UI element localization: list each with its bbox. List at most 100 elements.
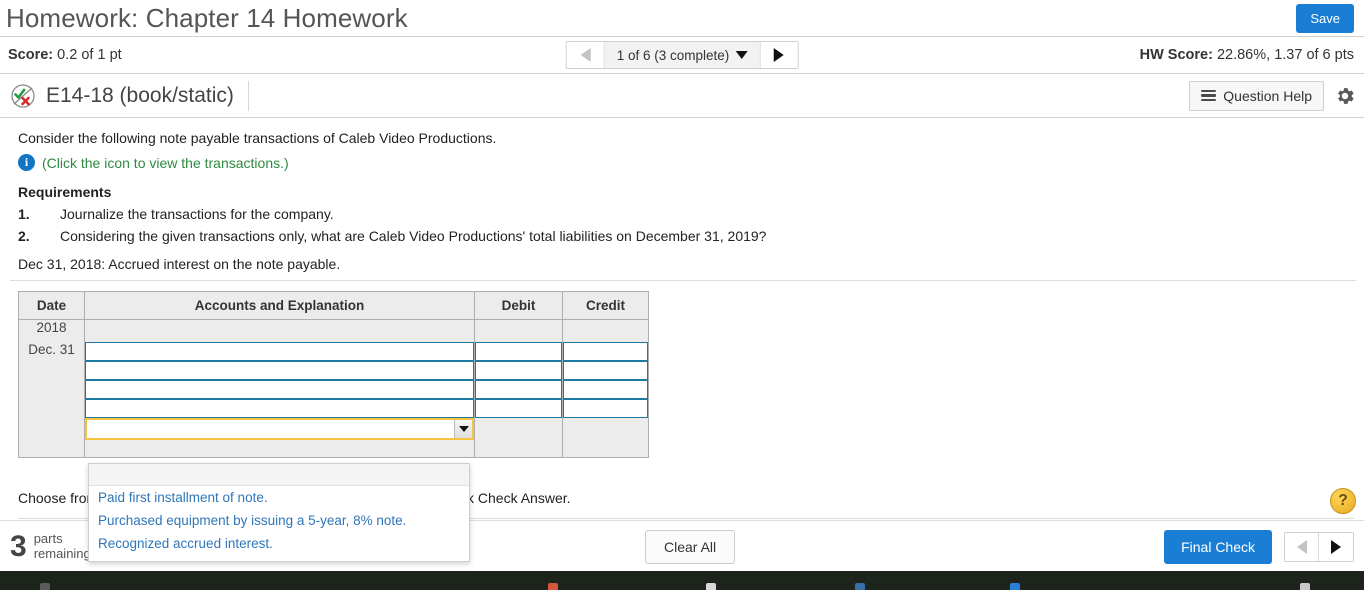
pager-label-text: 1 of 6 (3 complete) — [616, 47, 730, 63]
pager-next-button[interactable] — [759, 42, 798, 68]
debit-cell — [474, 379, 563, 399]
account-input[interactable] — [85, 341, 474, 361]
credit-cell — [562, 379, 649, 399]
debit-cell — [474, 341, 563, 361]
caret-down-icon[interactable] — [454, 419, 472, 438]
debit-input[interactable] — [475, 360, 562, 380]
question-content: Consider the following note payable tran… — [0, 118, 1364, 458]
table-row — [18, 379, 649, 399]
table-row: 2018 — [18, 319, 649, 342]
pager-prev-button[interactable] — [566, 42, 605, 68]
empty-credit-cell — [562, 439, 649, 458]
hw-score-value: 22.86%, 1.37 of 6 pts — [1216, 47, 1354, 63]
help-badge[interactable]: ? — [1330, 488, 1356, 514]
hw-score-display: HW Score: 22.86%, 1.37 of 6 pts — [1140, 47, 1354, 63]
column-header-debit: Debit — [474, 291, 563, 320]
credit-input[interactable] — [563, 341, 648, 361]
empty-credit-cell — [562, 319, 649, 342]
credit-input[interactable] — [563, 379, 648, 399]
credit-cell — [562, 341, 649, 361]
table-row — [18, 398, 649, 418]
chevron-down-icon — [735, 51, 748, 59]
score-display: Score: 0.2 of 1 pt — [8, 47, 122, 63]
debit-input[interactable] — [475, 398, 562, 418]
requirements-title: Requirements — [18, 184, 112, 200]
question-help-button[interactable]: Question Help — [1189, 80, 1324, 111]
clear-all-button[interactable]: Clear All — [645, 529, 736, 564]
question-bar: E14-18 (book/static) Question Help — [0, 74, 1364, 118]
footer-next-button[interactable] — [1319, 532, 1353, 561]
date-empty — [18, 439, 85, 458]
column-header-date: Date — [18, 291, 85, 320]
table-row: Dec. 31 — [18, 341, 649, 361]
explanation-dropdown-list: Paid first installment of note. Purchase… — [88, 463, 470, 562]
hw-score-label: HW Score: — [1139, 47, 1213, 63]
credit-input[interactable] — [563, 360, 648, 380]
check-x-circle-icon — [10, 83, 36, 109]
empty-credit-cell — [562, 417, 649, 440]
page-header: Homework: Chapter 14 Homework Save — [0, 0, 1364, 36]
score-label: Score: — [8, 47, 54, 63]
parts-label-line1: parts — [33, 530, 63, 546]
triangle-right-icon — [773, 48, 784, 62]
empty-debit-cell — [474, 319, 563, 342]
taskbar-icon[interactable] — [855, 583, 865, 590]
parts-remaining: 3 parts remaining — [10, 529, 91, 563]
pager-dropdown[interactable]: 1 of 6 (3 complete) — [604, 42, 760, 68]
view-transactions-link[interactable]: (Click the icon to view the transactions… — [42, 155, 289, 171]
requirement-item: 1. Journalize the transactions for the c… — [18, 206, 1354, 222]
debit-input[interactable] — [475, 341, 562, 361]
dropdown-option[interactable]: Recognized accrued interest. — [89, 532, 469, 555]
credit-input[interactable] — [563, 398, 648, 418]
account-cell — [84, 341, 475, 361]
taskbar-icon[interactable] — [548, 583, 558, 590]
debit-cell — [474, 398, 563, 418]
credit-cell — [562, 398, 649, 418]
account-cell — [84, 360, 475, 380]
triangle-left-icon — [1296, 539, 1307, 554]
footer-actions: Final Check — [1164, 529, 1354, 564]
taskbar-icon[interactable] — [40, 583, 50, 590]
dropdown-option[interactable]: Purchased equipment by issuing a 5-year,… — [89, 509, 469, 532]
debit-input[interactable] — [475, 379, 562, 399]
question-help-label: Question Help — [1223, 87, 1312, 104]
table-row-explanation — [18, 417, 649, 440]
parts-count: 3 — [10, 529, 27, 563]
transactions-link-row: i (Click the icon to view the transactio… — [18, 154, 1354, 171]
account-input[interactable] — [85, 398, 474, 418]
page-title: Homework: Chapter 14 Homework — [6, 2, 408, 33]
taskbar — [0, 571, 1364, 590]
empty-account-cell — [84, 319, 475, 342]
date-empty — [18, 398, 85, 418]
date-empty — [18, 360, 85, 380]
date-day: Dec. 31 — [18, 341, 85, 361]
journal-prompt: Dec 31, 2018: Accrued interest on the no… — [10, 256, 1356, 281]
question-pager: 1 of 6 (3 complete) — [565, 41, 799, 69]
dropdown-option[interactable]: Paid first installment of note. — [89, 486, 469, 509]
date-year: 2018 — [18, 319, 85, 342]
info-icon[interactable]: i — [18, 154, 35, 171]
footer-prev-button[interactable] — [1285, 532, 1319, 561]
parts-label: parts remaining — [33, 530, 91, 561]
requirement-text: Journalize the transactions for the comp… — [60, 206, 334, 222]
requirement-number: 1. — [18, 206, 30, 222]
dropdown-option-blank[interactable] — [89, 464, 469, 486]
account-input[interactable] — [85, 360, 474, 380]
parts-label-line2: remaining — [33, 545, 91, 561]
triangle-left-icon — [580, 48, 591, 62]
gear-icon[interactable] — [1334, 85, 1356, 107]
taskbar-icon[interactable] — [1300, 583, 1310, 590]
final-check-button[interactable]: Final Check — [1164, 529, 1272, 564]
explanation-select-value — [87, 420, 454, 438]
taskbar-icon[interactable] — [706, 583, 716, 590]
debit-cell — [474, 360, 563, 380]
taskbar-icon[interactable] — [1010, 583, 1020, 590]
explanation-select[interactable] — [85, 417, 474, 440]
empty-debit-cell — [474, 439, 563, 458]
date-empty — [18, 417, 85, 440]
save-button[interactable]: Save — [1296, 3, 1354, 33]
column-header-accounts: Accounts and Explanation — [84, 291, 475, 320]
requirement-item: 2. Considering the given transactions on… — [18, 228, 1354, 244]
account-input[interactable] — [85, 379, 474, 399]
requirement-number: 2. — [18, 228, 30, 244]
